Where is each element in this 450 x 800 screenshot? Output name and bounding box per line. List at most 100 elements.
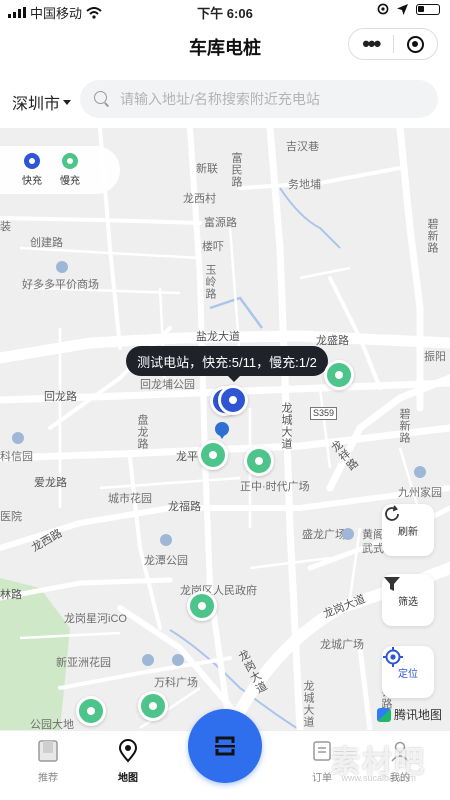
more-dots-icon[interactable]: ••• <box>349 33 393 55</box>
map-view[interactable]: 吉汉巷 新联 富民路 务地埔 龙西村 富源路 楼吓 创建路 装 玉岭路 好多多平… <box>0 128 450 730</box>
poi-marker <box>172 654 184 666</box>
filter-button[interactable]: 筛选 <box>382 574 434 626</box>
tab-recommend[interactable]: 推荐 <box>18 739 78 784</box>
profile-icon <box>391 741 409 762</box>
map-label: 龙城广场 <box>320 639 364 651</box>
map-label: 龙福路 <box>168 501 201 513</box>
tab-map-label: 地图 <box>118 773 138 784</box>
map-label: 医院 <box>0 511 22 523</box>
map-label: 楼吓 <box>202 241 224 253</box>
mini-program-capsule: ••• <box>348 28 438 60</box>
river-line <box>279 187 341 249</box>
map-label: 龙城大道 <box>302 680 314 728</box>
refresh-label: 刷新 <box>398 526 418 538</box>
map-label: 振阳 <box>424 351 446 363</box>
location-arrow-icon <box>397 3 408 15</box>
station-marker-slow[interactable] <box>187 591 217 621</box>
station-marker-slow[interactable] <box>198 440 228 470</box>
locate-icon <box>383 647 403 667</box>
map-label: 回龙埔公园 <box>140 379 195 391</box>
map-label: 龙潭公园 <box>144 555 188 567</box>
close-mini-program-button[interactable] <box>394 35 438 53</box>
status-bar: 中国移动 下午 6:06 <box>0 0 450 22</box>
search-icon <box>94 91 110 107</box>
map-label: 科信园 <box>0 451 33 463</box>
scan-icon <box>215 736 235 756</box>
highway-shield: S359 <box>310 407 338 420</box>
city-label: 深圳市 <box>12 96 61 113</box>
tab-order[interactable]: 订单 <box>292 739 352 784</box>
map-label: 装 <box>0 221 11 233</box>
station-marker-fast[interactable] <box>218 385 248 415</box>
map-label: 爱龙路 <box>34 477 67 489</box>
map-label: 龙岗星河iCO <box>64 613 127 625</box>
city-selector[interactable]: 深圳市 <box>12 90 72 114</box>
fast-charge-icon <box>24 153 40 169</box>
map-label: 富民路 <box>230 152 242 188</box>
locate-button[interactable]: 定位 <box>382 646 434 698</box>
caret-down-icon <box>63 99 72 105</box>
station-marker-slow[interactable] <box>138 691 168 721</box>
map-label: 公园大地 <box>30 719 74 730</box>
status-right <box>377 3 440 15</box>
map-label: 正中·时代广场 <box>240 481 310 493</box>
map-label: 吉汉巷 <box>286 141 319 153</box>
map-attribution: 腾讯地图 <box>376 706 442 723</box>
recommend-icon <box>38 740 58 762</box>
map-label: 好多多平价商场 <box>22 279 99 291</box>
poi-marker <box>12 432 24 444</box>
target-icon <box>406 35 424 53</box>
map-label: 新亚洲花园 <box>56 657 111 669</box>
charger-legend: 快充 慢充 <box>0 146 120 194</box>
map-label: 万科广场 <box>154 677 198 689</box>
search-row: 深圳市 <box>0 78 450 120</box>
legend-slow-label: 慢充 <box>60 176 80 187</box>
map-label: 龙西村 <box>183 193 216 205</box>
legend-fast-label: 快充 <box>22 176 42 187</box>
tab-order-label: 订单 <box>312 773 332 784</box>
map-label: 龙城大道 <box>280 402 292 450</box>
map-label: 务地埔 <box>288 179 321 191</box>
search-bar[interactable] <box>80 80 438 118</box>
tab-map[interactable]: 地图 <box>98 739 158 784</box>
legend-slow: 慢充 <box>60 153 80 187</box>
map-label: 玉岭路 <box>204 264 216 300</box>
scan-button[interactable] <box>188 709 262 783</box>
map-label: 盐龙大道 <box>196 331 240 343</box>
title-bar: 车库电桩 ••• <box>0 22 450 68</box>
map-pin-icon <box>118 739 138 763</box>
refresh-button[interactable]: 刷新 <box>382 504 434 556</box>
map-label: 城市花园 <box>108 493 152 505</box>
poi-marker <box>342 528 354 540</box>
poi-marker <box>414 466 426 478</box>
attribution-label: 腾讯地图 <box>393 708 442 722</box>
tab-profile-label: 我的 <box>390 773 410 784</box>
map-label: 碧新路 <box>426 218 438 254</box>
slow-charge-icon <box>62 153 78 169</box>
map-label: 回龙路 <box>44 391 77 403</box>
poi-marker <box>56 261 68 273</box>
filter-label: 筛选 <box>398 596 418 608</box>
map-label: 盛龙广场 <box>302 529 346 541</box>
filter-icon <box>384 577 400 591</box>
station-marker-slow[interactable] <box>76 696 106 726</box>
search-input[interactable] <box>120 91 410 107</box>
poi-marker <box>142 654 154 666</box>
bottom-tab-bar: 推荐 地图 订单 我的 素材吧 www.sucaibar.com <box>0 709 450 800</box>
poi-marker <box>160 534 172 546</box>
map-label: 盘龙路 <box>136 414 148 450</box>
legend-fast: 快充 <box>22 153 42 187</box>
map-label: 碧新路 <box>398 408 410 444</box>
station-marker-slow[interactable] <box>244 446 274 476</box>
battery-icon <box>416 3 440 15</box>
tab-recommend-label: 推荐 <box>38 773 58 784</box>
map-label: 九州家园 <box>398 487 442 499</box>
map-label: 龙盛路 <box>316 335 349 347</box>
map-label: 龙平 <box>176 451 198 463</box>
current-location-pin <box>215 422 229 439</box>
map-label: 林路 <box>0 589 22 601</box>
station-tooltip[interactable]: 测试电站，快充:5/11，慢充:1/2 <box>126 346 328 382</box>
tab-profile[interactable]: 我的 <box>370 739 430 784</box>
station-marker-slow[interactable] <box>324 360 354 390</box>
order-icon <box>313 741 331 761</box>
